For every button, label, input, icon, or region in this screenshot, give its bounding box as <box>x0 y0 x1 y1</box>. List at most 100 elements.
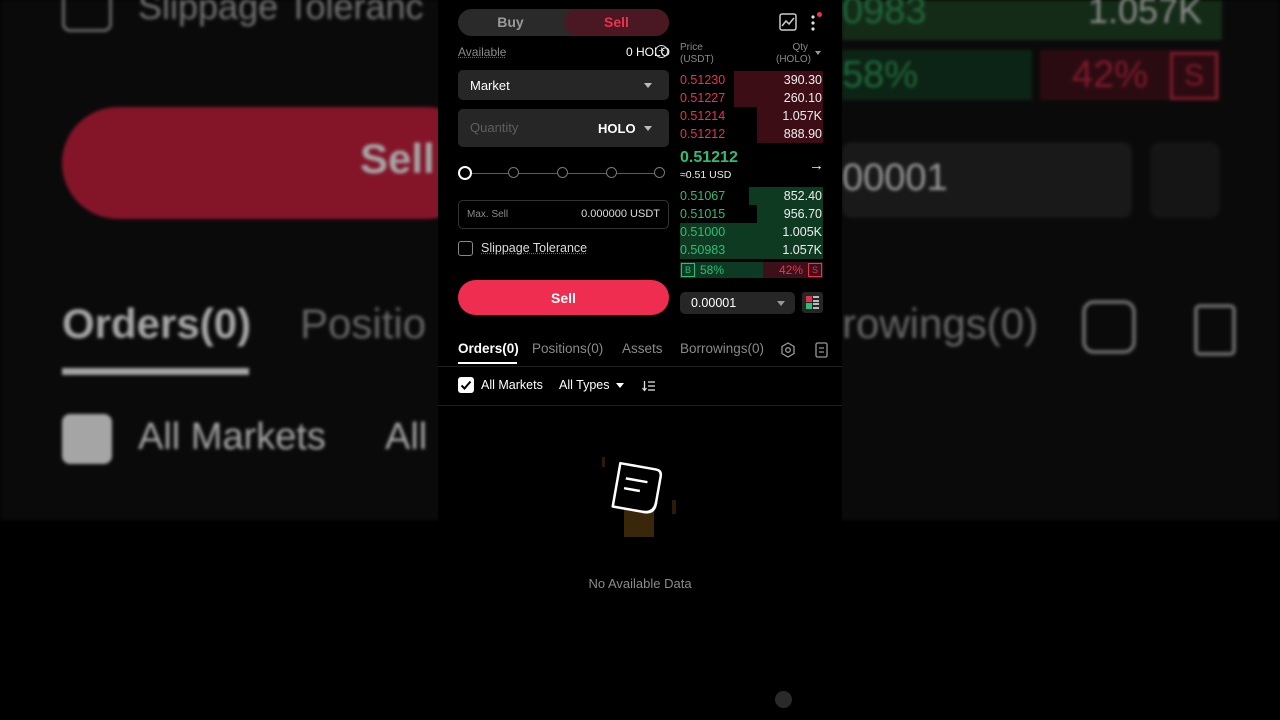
all-types-select[interactable]: All Types <box>559 378 610 392</box>
bg-underline <box>62 368 249 375</box>
bg-pct-green: 58% <box>842 54 919 96</box>
slider-stop-75[interactable] <box>606 167 617 178</box>
ask-qty: 1.057K <box>782 109 822 123</box>
bg-doc-icon <box>1194 304 1236 356</box>
order-type-value: Market <box>470 78 510 93</box>
settings-icon[interactable] <box>780 342 796 358</box>
add-funds-icon[interactable]: + <box>655 45 668 58</box>
precision-value: 0.00001 <box>691 296 737 310</box>
buy-sell-ratio: B 58% 42% S <box>680 262 823 278</box>
bg-layout-icon <box>1150 142 1220 218</box>
ask-row[interactable]: 0.51212 888.90 <box>680 125 823 143</box>
bid-price: 0.51000 <box>680 225 726 239</box>
price-header: Price (USDT) <box>680 42 714 66</box>
all-markets-label[interactable]: All Markets <box>481 378 543 392</box>
bg-check <box>62 414 112 464</box>
slippage-checkbox[interactable] <box>458 241 473 256</box>
sell-badge: S <box>808 263 822 277</box>
bg-num1: 0983 <box>842 0 927 32</box>
bg-borrowings-text: rowings(0) <box>842 300 1039 347</box>
ask-qty: 888.90 <box>783 127 822 141</box>
chevron-down-icon <box>616 383 624 388</box>
bid-qty: 852.40 <box>783 189 822 203</box>
max-sell-label: Max. Sell <box>467 209 509 220</box>
bid-row[interactable]: 0.51000 1.005K <box>680 223 823 241</box>
bid-price: 0.50983 <box>680 243 726 257</box>
slider-stop-50[interactable] <box>557 167 568 178</box>
sell-ratio-text: 42% <box>778 263 803 277</box>
slippage-label[interactable]: Slippage Tolerance <box>481 241 587 255</box>
ask-row[interactable]: 0.51214 1.057K <box>680 107 823 125</box>
bid-qty: 1.057K <box>782 243 822 257</box>
slider-stop-25[interactable] <box>508 167 519 178</box>
notification-dot <box>817 12 822 17</box>
chevron-down-icon <box>644 83 652 88</box>
qty-header-unit: (HOLO) <box>776 54 811 65</box>
qty-unit-dropdown-icon[interactable] <box>815 51 821 55</box>
tab-orders[interactable]: Orders(0) <box>458 341 519 356</box>
last-price: 0.51212 <box>680 149 738 166</box>
empty-document-icon <box>600 455 680 540</box>
buy-badge: B <box>681 263 695 277</box>
bg-settings-icon <box>1082 300 1136 354</box>
document-icon[interactable] <box>815 342 828 358</box>
bg-precision-text: 00001 <box>842 157 948 199</box>
bg-num2: 1.057K <box>1088 0 1203 31</box>
last-price-usd: ≈0.51 USD <box>680 169 732 181</box>
bg-orders-text: Orders(0) <box>62 300 252 347</box>
qty-header-label: Qty <box>792 42 808 53</box>
qty-header[interactable]: Qty (HOLO) <box>776 42 811 66</box>
sort-icon[interactable] <box>642 379 656 392</box>
quantity-currency-select[interactable]: HOLO <box>598 121 636 136</box>
bid-price: 0.51015 <box>680 207 726 221</box>
floating-dot[interactable] <box>775 691 792 708</box>
bg-s-badge: S <box>1170 52 1218 100</box>
tab-assets[interactable]: Assets <box>622 341 663 356</box>
bid-row[interactable]: 0.51015 956.70 <box>680 205 823 223</box>
quantity-input[interactable]: Quantity HOLO <box>458 109 669 147</box>
chart-icon[interactable] <box>779 13 797 31</box>
slider-stop-100[interactable] <box>654 167 665 178</box>
tab-borrowings[interactable]: Borrowings(0) <box>680 341 764 356</box>
price-header-label: Price <box>680 42 703 53</box>
empty-state-text: No Available Data <box>588 576 692 591</box>
ask-row[interactable]: 0.51230 390.30 <box>680 71 823 89</box>
available-label: Available <box>458 45 507 59</box>
slider-knob-0[interactable] <box>458 166 472 180</box>
ask-price: 0.51214 <box>680 109 726 123</box>
bg-positions-text: Positio <box>300 300 427 347</box>
bg-slippage-text: Slippage Toleranc <box>138 0 424 27</box>
bid-qty: 956.70 <box>783 207 822 221</box>
buy-sell-toggle: Buy Sell <box>458 9 669 36</box>
precision-select[interactable]: 0.00001 <box>680 292 795 314</box>
sell-tab[interactable]: Sell <box>564 9 669 36</box>
bid-row[interactable]: 0.50983 1.057K <box>680 241 823 259</box>
orderbook-layout-icon[interactable] <box>802 292 823 313</box>
filters-divider <box>438 405 842 406</box>
buy-ratio-text: 58% <box>700 263 725 277</box>
ask-qty: 260.10 <box>783 91 822 105</box>
sell-button[interactable]: Sell <box>458 280 669 315</box>
max-sell-field: Max. Sell 0.000000 USDT <box>458 200 669 229</box>
chevron-down-icon <box>777 301 785 306</box>
order-type-select[interactable]: Market <box>458 70 669 100</box>
bg-sell-text: Sell <box>360 135 435 182</box>
bg-checkbox <box>62 0 112 32</box>
bg-allmarkets-text: All Markets <box>138 416 326 458</box>
bid-qty: 1.005K <box>782 225 822 239</box>
tabs-divider <box>438 366 842 367</box>
arrow-right-icon[interactable]: → <box>809 157 824 174</box>
ask-qty: 390.30 <box>783 73 822 87</box>
bid-row[interactable]: 0.51067 852.40 <box>680 187 823 205</box>
buy-tab[interactable]: Buy <box>458 9 563 36</box>
trade-panel: Buy Sell Available 0 HOLO + Market Quant… <box>438 0 842 720</box>
ask-row[interactable]: 0.51227 260.10 <box>680 89 823 107</box>
tab-positions[interactable]: Positions(0) <box>532 341 603 356</box>
all-markets-checkbox[interactable] <box>458 377 474 393</box>
chevron-down-icon <box>644 126 652 131</box>
max-sell-value: 0.000000 USDT <box>581 208 660 220</box>
ask-price: 0.51212 <box>680 127 726 141</box>
more-icon[interactable] <box>811 14 815 32</box>
price-header-unit: (USDT) <box>680 54 714 65</box>
bg-all-text: All <box>385 416 428 458</box>
